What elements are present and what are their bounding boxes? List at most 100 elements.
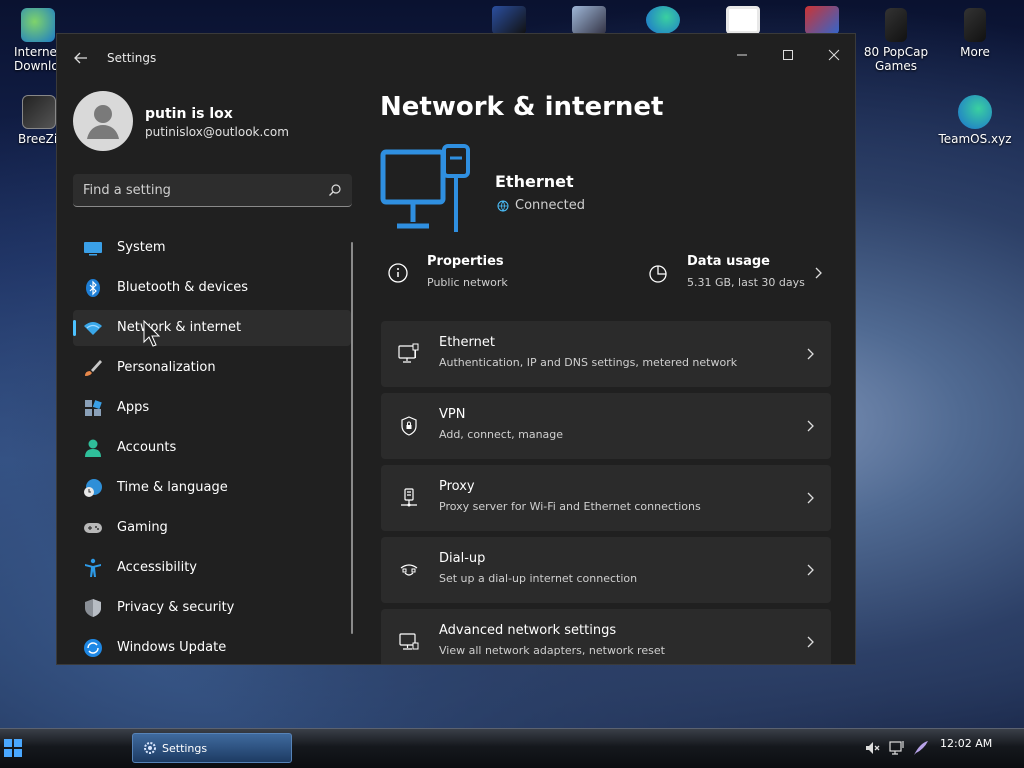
taskbar-settings-button[interactable]: Settings [132,733,292,763]
gear-icon [144,742,156,754]
globe-clock-icon [84,479,102,497]
volume-muted-icon[interactable] [864,739,882,757]
sidebar-item-label: Windows Update [117,640,227,655]
avatar[interactable] [73,91,133,151]
sidebar-item-label: Bluetooth & devices [117,280,248,295]
ethernet-icon [398,343,419,363]
data-usage-title: Data usage [687,254,770,269]
connection-status: Connected [515,198,586,213]
sidebar-item-personalization[interactable]: Personalization [73,350,351,386]
dialup-icon [400,564,418,576]
properties-link[interactable]: Properties Public network [387,254,587,296]
row-advanced-network[interactable]: Advanced network settings View all netwo… [381,609,831,664]
window-title: Settings [107,51,157,65]
desktop-icon-label: TeamOS.xyz [938,132,1012,146]
chevron-right-icon [807,492,814,504]
windows-start-icon[interactable] [3,738,23,758]
maximize-button[interactable] [765,40,811,70]
sidebar-item-windows-update[interactable]: Windows Update [73,630,351,664]
row-subtitle: Authentication, IP and DNS settings, met… [439,356,738,369]
mouse-cursor-icon [143,320,161,347]
chevron-right-icon [807,564,814,576]
desktop-icon-label: More [960,45,990,59]
desktop-icon-teamos[interactable]: TeamOS.xyz [937,95,1013,146]
sidebar-item-accounts[interactable]: Accounts [73,430,351,466]
desktop-icon-label: 80 PopCap Games [863,45,929,73]
sidebar-item-label: Accessibility [117,560,197,575]
sidebar-item-network[interactable]: Network & internet [73,310,351,346]
properties-title: Properties [427,254,504,269]
minimize-button[interactable] [719,40,765,70]
row-vpn[interactable]: VPN Add, connect, manage [381,393,831,459]
monitor-icon [84,242,102,256]
desktop-icon-popcap-games[interactable]: 80 PopCap Games [858,8,934,73]
desktop-icon-partial[interactable] [572,6,606,34]
sidebar-item-accessibility[interactable]: Accessibility [73,550,351,586]
sidebar-item-bluetooth[interactable]: Bluetooth & devices [73,270,351,306]
breezip-icon [22,95,56,129]
data-usage-subtitle: 5.31 GB, last 30 days [687,276,805,289]
sidebar-item-time-language[interactable]: Time & language [73,470,351,506]
sidebar-item-gaming[interactable]: Gaming [73,510,351,546]
sidebar-item-apps[interactable]: Apps [73,390,351,426]
row-title: VPN [439,407,466,422]
row-proxy[interactable]: Proxy Proxy server for Wi-Fi and Etherne… [381,465,831,531]
data-usage-link[interactable]: Data usage 5.31 GB, last 30 days [647,254,827,296]
apps-icon [85,400,102,416]
profile-name: putin is lox [145,106,233,122]
pie-chart-icon [649,265,667,283]
sidebar-item-label: Personalization [117,360,216,375]
connection-name: Ethernet [495,172,574,191]
close-icon [828,49,840,61]
arrow-left-icon [74,52,87,64]
store-icon[interactable] [726,6,760,34]
properties-subtitle: Public network [427,276,508,289]
sidebar-scrollbar[interactable] [351,242,353,634]
desktop-icon-partial[interactable] [805,6,839,34]
back-button[interactable] [69,48,93,68]
person-icon [85,439,101,457]
bluetooth-icon [86,279,100,297]
chevron-right-icon [807,420,814,432]
taskbar-clock[interactable]: 12:02 AM [940,737,992,750]
network-icon[interactable] [888,739,906,757]
info-icon [388,263,408,283]
sidebar-item-label: Network & internet [117,320,242,335]
edge-icon[interactable] [646,6,680,34]
settings-window: Settings putin is lox putinislox@outlook… [56,33,856,665]
search-icon[interactable] [328,183,342,197]
row-dial-up[interactable]: Dial-up Set up a dial-up internet connec… [381,537,831,603]
proxy-icon [401,488,417,507]
gamepad-icon [84,523,102,533]
shield-icon [85,599,101,617]
page-title: Network & internet [380,92,664,122]
chevron-right-icon [807,348,814,360]
desktop-icon-partial[interactable] [492,6,526,34]
sidebar-item-privacy-security[interactable]: Privacy & security [73,590,351,626]
vpn-shield-icon [401,416,417,436]
download-manager-icon [21,8,55,42]
row-title: Dial-up [439,551,486,566]
row-subtitle: Proxy server for Wi-Fi and Ethernet conn… [439,500,701,513]
search-input[interactable] [73,174,352,206]
row-title: Proxy [439,479,475,494]
brush-icon [85,360,102,376]
desktop-icon-more[interactable]: More [937,8,1013,59]
row-title: Ethernet [439,335,495,350]
row-title: Advanced network settings [439,623,617,638]
close-button[interactable] [811,40,855,70]
feather-icon[interactable] [912,739,930,757]
sidebar-item-label: Apps [117,400,150,415]
profile-email: putinislox@outlook.com [145,125,289,139]
more-folder-icon [964,8,986,42]
search-box [73,174,352,207]
row-ethernet[interactable]: Ethernet Authentication, IP and DNS sett… [381,321,831,387]
wifi-icon [84,322,102,335]
row-subtitle: Set up a dial-up internet connection [439,572,638,585]
person-icon [87,105,119,139]
accessibility-icon [85,558,101,577]
sidebar-item-label: System [117,240,166,255]
row-subtitle: View all network adapters, network reset [439,644,665,657]
taskbar-settings-label: Settings [162,742,208,755]
sidebar-item-system[interactable]: System [73,230,351,266]
